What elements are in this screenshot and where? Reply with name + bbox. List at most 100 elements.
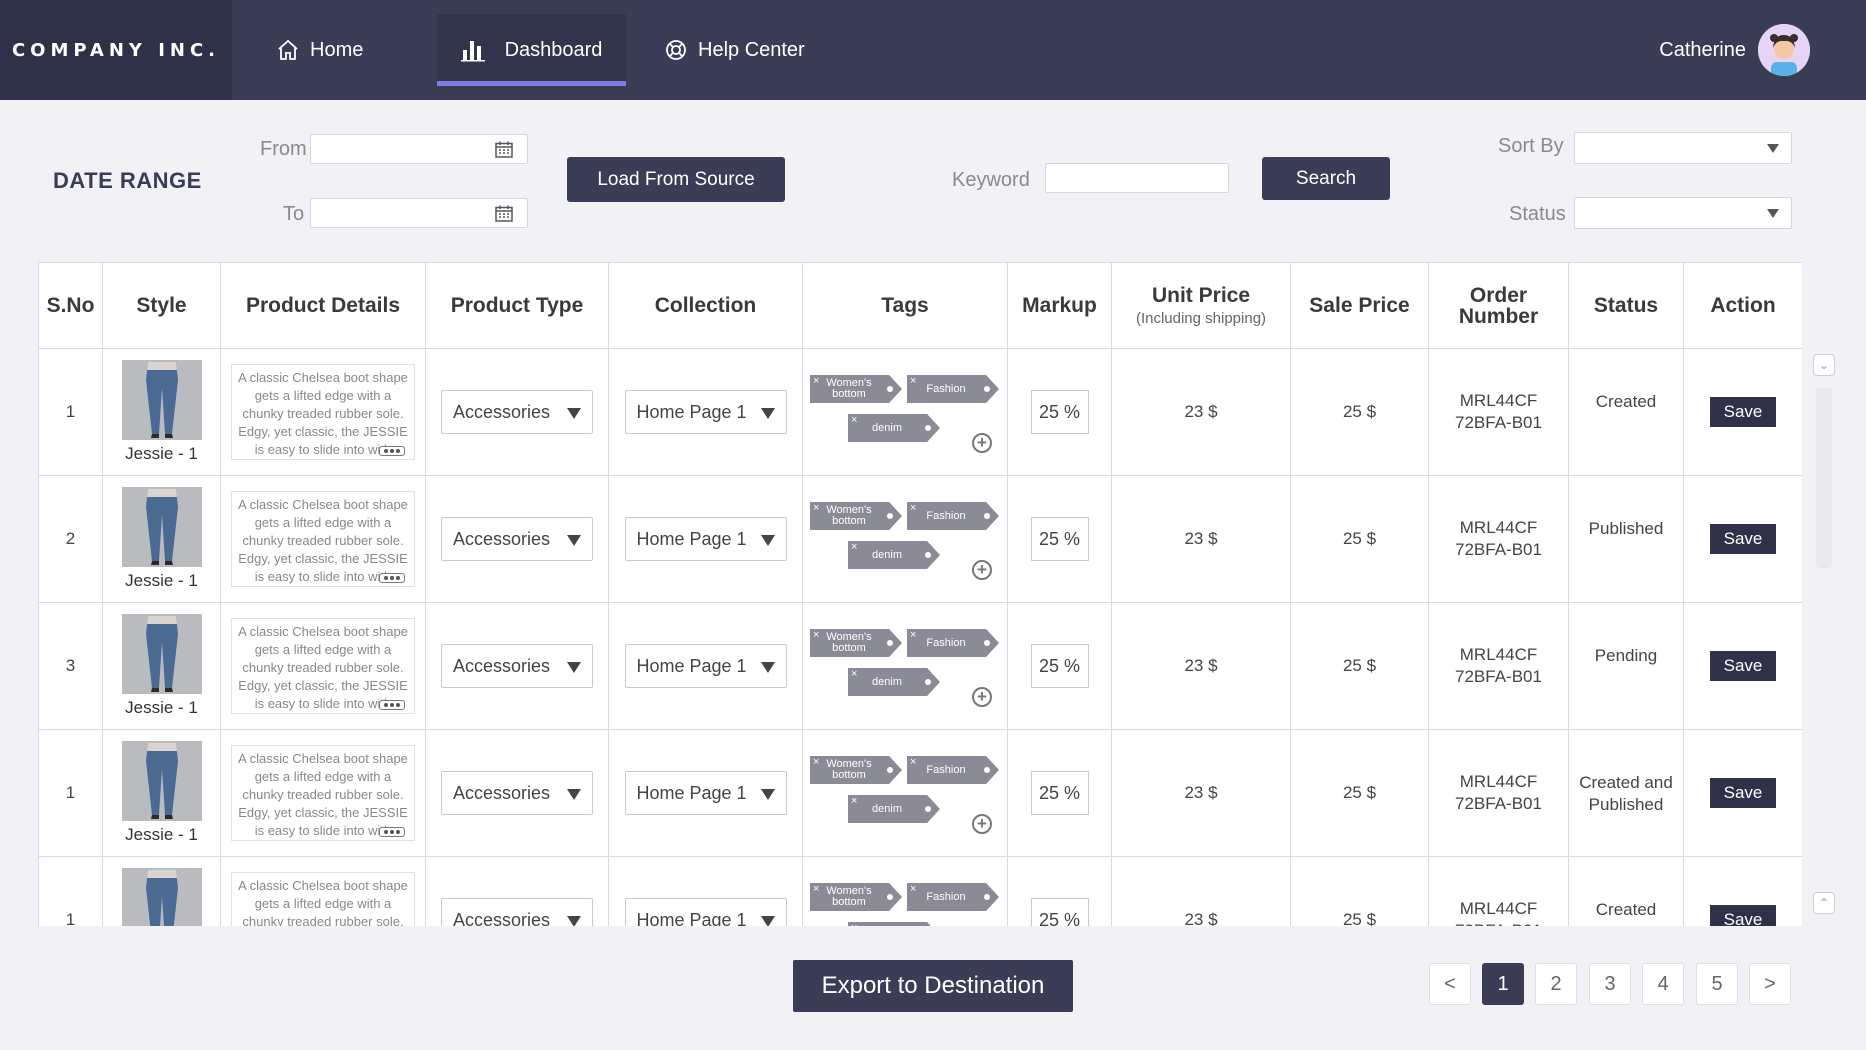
tag-chip[interactable]: × Women's bottom bbox=[810, 629, 902, 657]
keyword-input[interactable] bbox=[1045, 163, 1229, 193]
save-button[interactable]: Save bbox=[1710, 524, 1776, 554]
nav-dashboard[interactable]: Dashboard bbox=[437, 14, 626, 86]
remove-tag-icon[interactable]: × bbox=[910, 884, 916, 895]
tag-chip[interactable]: × Fashion bbox=[907, 375, 999, 403]
save-button[interactable]: Save bbox=[1710, 651, 1776, 681]
export-to-destination-button[interactable]: Export to Destination bbox=[793, 960, 1073, 1012]
remove-tag-icon[interactable]: × bbox=[851, 669, 857, 680]
remove-tag-icon[interactable]: × bbox=[851, 923, 857, 927]
remove-tag-icon[interactable]: × bbox=[910, 376, 916, 387]
tag-chip[interactable]: × Women's bottom bbox=[810, 756, 902, 784]
remove-tag-icon[interactable]: × bbox=[851, 415, 857, 426]
collection-dropdown[interactable]: Home Page 1 bbox=[624, 644, 787, 688]
nav-help-center[interactable]: Help Center bbox=[632, 14, 837, 86]
caret-down-icon bbox=[760, 916, 775, 926]
calendar-icon[interactable] bbox=[495, 141, 513, 158]
product-type-dropdown[interactable]: Accessories bbox=[441, 771, 593, 815]
markup-input[interactable]: 25 % bbox=[1030, 898, 1089, 926]
status-label: Status bbox=[1509, 203, 1566, 225]
product-type-dropdown[interactable]: Accessories bbox=[441, 644, 593, 688]
remove-tag-icon[interactable]: × bbox=[813, 376, 819, 387]
save-button[interactable]: Save bbox=[1710, 778, 1776, 808]
more-options-icon[interactable] bbox=[379, 573, 405, 583]
products-table: S.No Style Product Details Product Type … bbox=[38, 262, 1802, 926]
remove-tag-icon[interactable]: × bbox=[813, 503, 819, 514]
table-scrollbar[interactable]: ⌄ ⌃ bbox=[1813, 354, 1835, 920]
markup-input[interactable]: 25 % bbox=[1030, 390, 1089, 434]
add-tag-icon[interactable]: + bbox=[972, 560, 992, 580]
product-thumbnail[interactable] bbox=[121, 487, 202, 567]
unit-price: 23 $ bbox=[1184, 910, 1218, 926]
collection-dropdown[interactable]: Home Page 1 bbox=[624, 898, 787, 926]
load-from-source-button[interactable]: Load From Source bbox=[567, 157, 785, 202]
from-date-input[interactable] bbox=[310, 134, 528, 164]
add-tag-icon[interactable]: + bbox=[972, 814, 992, 834]
product-type-dropdown[interactable]: Accessories bbox=[441, 390, 593, 434]
collection-dropdown[interactable]: Home Page 1 bbox=[624, 771, 787, 815]
markup-value: 25 % bbox=[1038, 782, 1081, 803]
calendar-icon[interactable] bbox=[495, 205, 513, 222]
save-button[interactable]: Save bbox=[1710, 397, 1776, 427]
remove-tag-icon[interactable]: × bbox=[813, 884, 819, 895]
cell-sno: 2 bbox=[38, 475, 103, 603]
product-type-dropdown[interactable]: Accessories bbox=[441, 898, 593, 926]
add-tag-icon[interactable]: + bbox=[972, 433, 992, 453]
remove-tag-icon[interactable]: × bbox=[851, 542, 857, 553]
scroll-up-icon[interactable]: ⌄ bbox=[1813, 354, 1835, 376]
tag-chip[interactable]: × denim bbox=[848, 795, 940, 823]
tag-chip[interactable]: × Fashion bbox=[907, 502, 999, 530]
save-button[interactable]: Save bbox=[1710, 905, 1776, 926]
nav-home[interactable]: Home bbox=[244, 14, 395, 86]
tag-chip[interactable]: × Women's bottom bbox=[810, 502, 902, 530]
cell-sale-price: 25 $ bbox=[1290, 602, 1429, 730]
product-type-dropdown[interactable]: Accessories bbox=[441, 517, 593, 561]
tag-chip[interactable]: × Fashion bbox=[907, 629, 999, 657]
pagination-page-1[interactable]: 1 bbox=[1482, 963, 1524, 1005]
tag-chip[interactable]: × denim bbox=[848, 541, 940, 569]
tag-chip[interactable]: × denim bbox=[848, 414, 940, 442]
products-table-container[interactable]: S.No Style Product Details Product Type … bbox=[38, 262, 1802, 926]
remove-tag-icon[interactable]: × bbox=[813, 630, 819, 641]
tag-chip[interactable]: × Women's bottom bbox=[810, 375, 902, 403]
tag-chip[interactable]: × denim bbox=[848, 668, 940, 696]
scrollbar-track[interactable] bbox=[1816, 388, 1832, 922]
cell-collection: Home Page 1 bbox=[608, 602, 803, 730]
remove-tag-icon[interactable]: × bbox=[910, 503, 916, 514]
pagination-page-4[interactable]: 4 bbox=[1642, 963, 1684, 1005]
pagination-prev[interactable]: < bbox=[1429, 963, 1471, 1005]
to-date-input[interactable] bbox=[310, 198, 528, 228]
markup-input[interactable]: 25 % bbox=[1030, 517, 1089, 561]
pagination-next[interactable]: > bbox=[1749, 963, 1791, 1005]
product-thumbnail[interactable] bbox=[121, 614, 202, 694]
company-logo[interactable]: COMPANY INC. bbox=[0, 0, 232, 100]
pagination-page-2[interactable]: 2 bbox=[1535, 963, 1577, 1005]
markup-input[interactable]: 25 % bbox=[1030, 771, 1089, 815]
collection-dropdown[interactable]: Home Page 1 bbox=[624, 390, 787, 434]
status-select[interactable] bbox=[1574, 197, 1792, 229]
search-button[interactable]: Search bbox=[1262, 157, 1390, 200]
pagination-page-3[interactable]: 3 bbox=[1589, 963, 1631, 1005]
scrollbar-thumb[interactable] bbox=[1816, 388, 1832, 568]
tag-label: denim bbox=[872, 675, 902, 688]
tag-chip[interactable]: × Fashion bbox=[907, 756, 999, 784]
tag-chip[interactable]: × Women's bottom bbox=[810, 883, 902, 911]
more-options-icon[interactable] bbox=[379, 827, 405, 837]
add-tag-icon[interactable]: + bbox=[972, 687, 992, 707]
tag-chip[interactable]: × denim bbox=[848, 922, 940, 926]
remove-tag-icon[interactable]: × bbox=[813, 757, 819, 768]
pagination-page-5[interactable]: 5 bbox=[1696, 963, 1738, 1005]
product-thumbnail[interactable] bbox=[121, 868, 202, 926]
scroll-down-icon[interactable]: ⌃ bbox=[1813, 892, 1835, 914]
remove-tag-icon[interactable]: × bbox=[851, 796, 857, 807]
collection-dropdown[interactable]: Home Page 1 bbox=[624, 517, 787, 561]
avatar[interactable] bbox=[1758, 24, 1810, 76]
sort-by-select[interactable] bbox=[1574, 132, 1792, 164]
more-options-icon[interactable] bbox=[379, 700, 405, 710]
remove-tag-icon[interactable]: × bbox=[910, 757, 916, 768]
more-options-icon[interactable] bbox=[379, 446, 405, 456]
markup-input[interactable]: 25 % bbox=[1030, 644, 1089, 688]
remove-tag-icon[interactable]: × bbox=[910, 630, 916, 641]
tag-chip[interactable]: × Fashion bbox=[907, 883, 999, 911]
product-thumbnail[interactable] bbox=[121, 741, 202, 821]
product-thumbnail[interactable] bbox=[121, 360, 202, 440]
